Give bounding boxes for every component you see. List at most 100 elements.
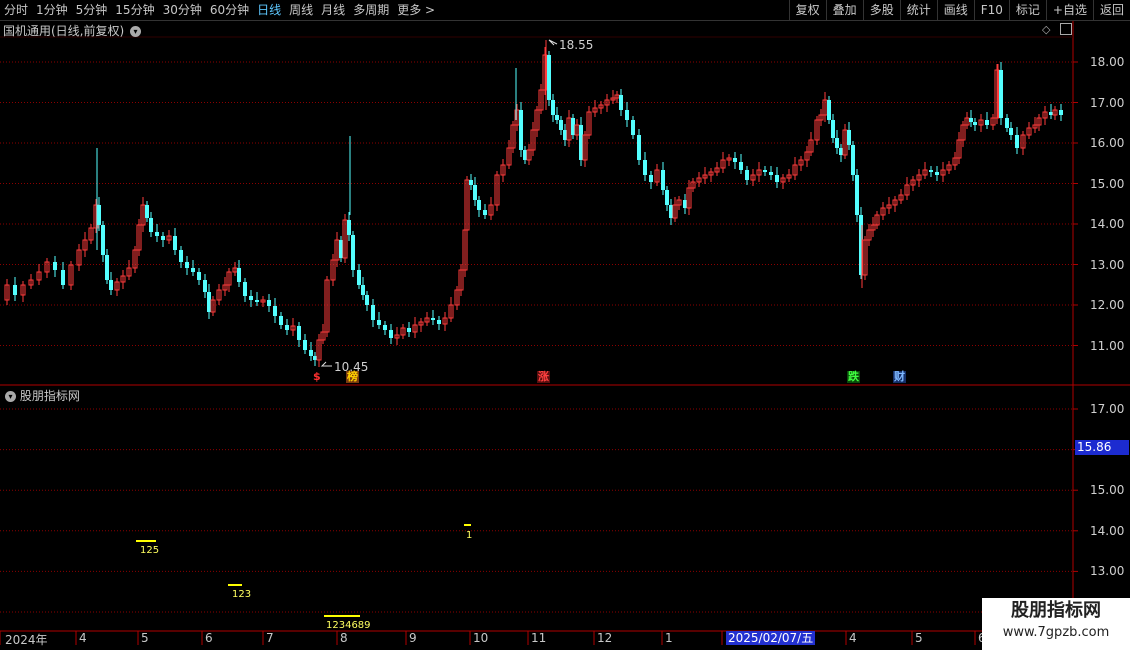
- signal-label: 123: [232, 589, 252, 600]
- indicator-title: 股朋指标网: [19, 389, 80, 403]
- kline-chart[interactable]: [0, 0, 1130, 650]
- watermark-title: 股朋指标网: [1011, 600, 1101, 621]
- stock-title: 国机通用(日线,前复权): [3, 24, 125, 38]
- toolbar-button[interactable]: 标记: [1008, 0, 1046, 20]
- candle-body: [377, 320, 381, 325]
- main-panel-title[interactable]: 国机通用(日线,前复权) ▾: [3, 22, 142, 39]
- candle-body: [559, 120, 563, 130]
- candle-body: [389, 330, 393, 338]
- event-marker[interactable]: 榜: [346, 371, 359, 383]
- candle-body: [383, 325, 387, 330]
- candle-body: [279, 316, 283, 325]
- candle-body: [847, 130, 851, 145]
- candle-body: [855, 175, 859, 215]
- toolbar-button[interactable]: 统计: [899, 0, 937, 20]
- event-marker[interactable]: $: [312, 371, 322, 383]
- toolbar-buttons: 复权 叠加 多股 统计 画线 F10 标记 +自选 返回: [788, 0, 1130, 20]
- period-tab[interactable]: 多周期: [349, 0, 393, 20]
- candle-body: [827, 100, 831, 120]
- candle-body: [101, 225, 105, 255]
- date-tick: 9: [409, 631, 417, 645]
- y-tick-label: 13.00: [1090, 257, 1125, 272]
- candle-body: [109, 280, 113, 290]
- date-tick: 12: [597, 631, 613, 645]
- candle-body: [733, 158, 737, 162]
- period-tab[interactable]: 5分钟: [72, 0, 112, 20]
- y-tick-label: 13.00: [1090, 564, 1125, 579]
- candle-body: [929, 170, 933, 172]
- event-marker[interactable]: 涨: [537, 371, 550, 383]
- candle-body: [437, 320, 441, 324]
- toolbar-button[interactable]: 多股: [862, 0, 900, 20]
- candle-body: [547, 55, 551, 100]
- sub-panel-title[interactable]: ▾ 股朋指标网: [3, 387, 80, 404]
- period-tab[interactable]: 月线: [317, 0, 349, 20]
- candle-body: [637, 135, 641, 160]
- candle-body: [649, 175, 653, 182]
- candle-body: [255, 300, 259, 302]
- toolbar-button[interactable]: +自选: [1045, 0, 1093, 20]
- period-tab[interactable]: 更多 >: [393, 0, 439, 20]
- date-tick: 5: [915, 631, 923, 645]
- cursor-date-badge: 2025/02/07/五: [726, 631, 816, 645]
- high-price-label: 18.55: [559, 38, 594, 52]
- candle-body: [351, 235, 355, 270]
- candle-body: [249, 296, 253, 300]
- chevron-down-icon[interactable]: ▾: [5, 391, 16, 402]
- candle-body: [267, 300, 271, 306]
- period-tab[interactable]: 60分钟: [206, 0, 253, 20]
- period-tab[interactable]: 日线: [253, 0, 285, 20]
- period-tab[interactable]: 15分钟: [111, 0, 158, 20]
- candle-body: [775, 175, 779, 182]
- date-tick: 1: [665, 631, 673, 645]
- date-tick: 4: [849, 631, 857, 645]
- y-tick-label: 14.00: [1090, 523, 1125, 538]
- date-tick: 10: [473, 631, 489, 645]
- candle-body: [551, 100, 555, 115]
- toolbar-button[interactable]: 叠加: [825, 0, 863, 20]
- event-marker[interactable]: 跌: [847, 371, 860, 383]
- period-tab[interactable]: 周线: [285, 0, 317, 20]
- grid-lines: [0, 61, 1072, 613]
- candle-body: [985, 120, 989, 125]
- y-tick-label: 15.00: [1090, 176, 1125, 191]
- event-marker[interactable]: 财: [893, 371, 906, 383]
- signal-label: 1: [466, 530, 473, 541]
- period-tab[interactable]: 30分钟: [159, 0, 206, 20]
- candle-body: [969, 118, 973, 122]
- toolbar-button[interactable]: 画线: [936, 0, 974, 20]
- period-tab[interactable]: 分时: [0, 0, 32, 20]
- signal-marks: [136, 524, 471, 617]
- candle-body: [347, 220, 351, 235]
- toolbar-button[interactable]: F10: [973, 0, 1009, 20]
- candle-body: [579, 125, 583, 160]
- candle-body: [571, 118, 575, 135]
- chevron-down-icon[interactable]: ▾: [130, 26, 142, 37]
- candle-body: [643, 160, 647, 175]
- candle-body: [371, 305, 375, 320]
- candle-body: [935, 172, 939, 175]
- current-price-badge: 15.86: [1075, 440, 1129, 455]
- y-tick-label: 14.00: [1090, 217, 1125, 231]
- candle-body: [469, 180, 473, 185]
- period-tab[interactable]: 1分钟: [32, 0, 72, 20]
- toolbar-button[interactable]: 复权: [788, 0, 826, 20]
- y-tick-label: 17.00: [1090, 402, 1125, 416]
- candle-body: [407, 328, 411, 332]
- candle-body: [339, 240, 343, 258]
- candle-body: [145, 205, 149, 218]
- toolbar-button[interactable]: 返回: [1092, 0, 1130, 20]
- candle-body: [851, 145, 855, 175]
- candle-body: [161, 236, 165, 240]
- window-toggle-icon[interactable]: [1060, 23, 1072, 35]
- candle-body: [191, 268, 195, 272]
- y-tick-label: 16.00: [1090, 136, 1125, 150]
- candle-body: [831, 120, 835, 138]
- y-tick-label: 18.00: [1090, 55, 1125, 69]
- watermark-url: www.7gpzb.com: [1002, 625, 1110, 640]
- diamond-icon[interactable]: ◇: [1042, 23, 1050, 36]
- candle-body: [1015, 135, 1019, 148]
- candle-body: [665, 190, 669, 205]
- candle-body: [973, 122, 977, 125]
- candle-body: [1009, 128, 1013, 135]
